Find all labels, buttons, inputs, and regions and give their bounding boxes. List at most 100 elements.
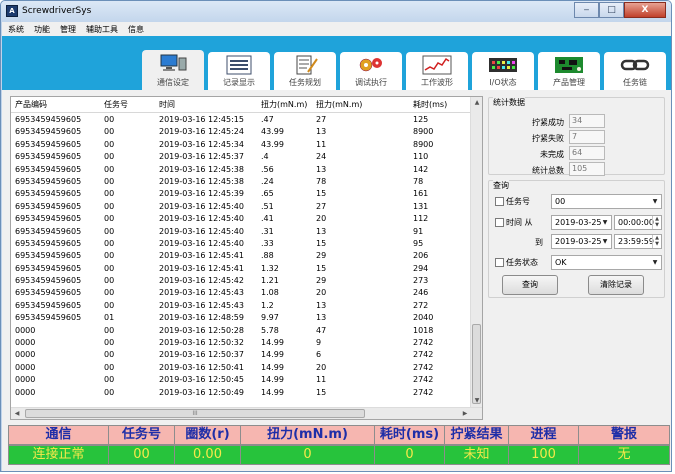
menu-manage[interactable]: 管理 [60,24,76,35]
spin-arrows-icon[interactable]: ▲ ▼ [652,216,661,229]
table-row[interactable]: 6953459459605 00 2019-03-16 12:45:39 .65 15 1… [11,188,471,200]
chevron-down-icon: ▼ [652,198,658,205]
table-row[interactable]: 0000 00 2019-03-16 12:50:37 14.99 6 2742 [11,349,471,361]
menu-tools[interactable]: 辅助工具 [86,24,118,35]
table-cell: 2019-03-16 12:50:49 [159,387,244,397]
tab-debug-run[interactable]: 调试执行 [340,52,402,90]
task-number-checkbox[interactable] [495,197,504,206]
table-cell: 78 [316,176,327,186]
scroll-up-arrow-icon[interactable]: ▲ [471,97,482,109]
tab-work-waveform[interactable]: 工作波形 [406,52,468,90]
stat-success-label: 拧紧成功 [532,118,564,127]
horizontal-scroll-thumb[interactable]: III [25,409,365,418]
table-row[interactable]: 6953459459605 00 2019-03-16 12:45:38 .56 13 1… [11,164,471,176]
tab-io-status[interactable]: I/O状态 [472,52,534,90]
table-row[interactable]: 6953459459605 00 2019-03-16 12:45:41 1.32 15… [11,263,471,275]
table-row[interactable]: 6953459459605 00 2019-03-16 12:45:40 .31 13 9… [11,226,471,238]
column-header[interactable]: 扭力(mN.m) [316,99,362,110]
table-cell: 6953459459605 [15,226,82,236]
column-header[interactable]: 时间 [159,99,175,110]
time-range-checkbox[interactable] [495,218,504,227]
stats-group: 统计数据 拧紧成功 34 拧紧失败 7 未完成 64 统计总数 105 [488,97,665,176]
tab-task-chain[interactable]: 任务链 [604,52,666,90]
menu-info[interactable]: 信息 [128,24,144,35]
table-row[interactable]: 6953459459605 00 2019-03-16 12:45:24 43.99 1… [11,126,471,138]
table-row[interactable]: 0000 00 2019-03-16 12:50:32 14.99 9 2742 [11,337,471,349]
tab-panel: 产品编码 任务号 时间 扭力(mN.m) 扭力(mN.m) 耗时(ms) 695… [2,90,671,422]
task-number-select[interactable]: 00 ▼ [551,194,662,209]
vertical-scrollbar[interactable]: ▲ ▼ [470,97,482,407]
table-cell: 8900 [413,139,434,149]
table-row[interactable]: 0000 00 2019-03-16 12:50:41 14.99 20 2742 [11,362,471,374]
maximize-button[interactable]: □ [599,2,624,18]
from-time-input[interactable]: 00:00:00 ▲ ▼ [614,215,662,230]
table-row[interactable]: 6953459459605 01 2019-03-16 12:48:59 9.97 13… [11,312,471,324]
close-button[interactable]: X [624,2,666,18]
scroll-right-arrow-icon[interactable]: ▶ [459,408,471,419]
list-icon [226,55,252,75]
task-status-value: OK [555,258,567,267]
column-header[interactable]: 产品编码 [15,99,47,110]
tab-record-display[interactable]: 记录显示 [208,52,270,90]
table-cell: 2019-03-16 12:45:38 [159,176,244,186]
table-row[interactable]: 6953459459605 00 2019-03-16 12:45:34 43.99 1… [11,139,471,151]
table-cell: 2019-03-16 12:45:41 [159,251,244,261]
tab-label: 记录显示 [223,78,255,87]
table-row[interactable]: 6953459459605 00 2019-03-16 12:45:38 .24 78 7… [11,176,471,188]
query-group: 查询 任务号 00 ▼ 时间 从 2019-03-25 ▼ 00:00:00 ▲… [488,180,665,298]
table-row[interactable]: 6953459459605 00 2019-03-16 12:45:43 1.08 20… [11,287,471,299]
table-cell: 8900 [413,127,434,137]
to-date-picker[interactable]: 2019-03-25 ▼ [551,234,612,249]
table-cell: 91 [413,226,424,236]
horizontal-scrollbar[interactable]: ◀ III ▶ [11,407,482,419]
column-header[interactable]: 耗时(ms) [413,99,447,110]
stat-incomplete-label: 未完成 [540,150,564,159]
tab-product-management[interactable]: 产品管理 [538,52,600,90]
status-turns-value: 0.00 [175,446,241,464]
table-cell: 00 [104,127,115,137]
task-number-label: 任务号 [506,197,530,206]
minimize-button[interactable]: ‒ [574,2,599,18]
table-cell: 95 [413,238,424,248]
table-row[interactable]: 6953459459605 00 2019-03-16 12:45:37 .4 24 11… [11,151,471,163]
tab-comm-settings[interactable]: 通信设定 [142,50,204,90]
table-row[interactable]: 6953459459605 00 2019-03-16 12:45:41 .88 29 2… [11,250,471,262]
table-cell: 125 [413,115,429,124]
table-cell: 20 [316,362,327,372]
task-status-select[interactable]: OK ▼ [551,255,662,270]
table-cell: 13 [316,127,327,137]
table-cell: 00 [104,201,115,211]
records-grid[interactable]: 产品编码 任务号 时间 扭力(mN.m) 扭力(mN.m) 耗时(ms) 695… [10,96,483,420]
column-header[interactable]: 任务号 [104,99,128,110]
table-row[interactable]: 6953459459605 00 2019-03-16 12:45:42 1.21 29… [11,275,471,287]
to-time-input[interactable]: 23:59:59 ▲ ▼ [614,234,662,249]
table-row[interactable]: 0000 00 2019-03-16 12:50:45 14.99 11 2742 [11,374,471,386]
table-row[interactable]: 0000 00 2019-03-16 12:50:49 14.99 15 2742 [11,387,471,399]
query-button[interactable]: 查询 [502,275,558,295]
clear-records-button[interactable]: 清除记录 [588,275,644,295]
task-status-checkbox[interactable] [495,258,504,267]
menu-system[interactable]: 系统 [8,24,24,35]
vertical-scroll-thumb[interactable] [472,324,481,404]
tab-task-planning[interactable]: 任务规划 [274,52,336,90]
stat-total-value: 105 [569,162,605,176]
table-row[interactable]: 6953459459605 00 2019-03-16 12:45:43 1.2 13 2… [11,300,471,312]
stat-fail-value: 7 [569,130,605,144]
table-row[interactable]: 0000 00 2019-03-16 12:50:28 5.78 47 1018 [11,325,471,337]
table-cell: 00 [104,338,115,348]
table-row[interactable]: 6953459459605 00 2019-03-16 12:45:40 .33 15 9… [11,238,471,250]
from-date-picker[interactable]: 2019-03-25 ▼ [551,215,612,230]
scroll-left-arrow-icon[interactable]: ◀ [11,408,23,419]
table-row[interactable]: 6953459459605 00 2019-03-16 12:45:15 .47 27 1… [11,114,471,126]
spin-arrows-icon[interactable]: ▲ ▼ [652,235,661,248]
table-cell: 2019-03-16 12:45:38 [159,164,244,174]
scroll-down-arrow-icon[interactable]: ▼ [471,395,482,407]
table-cell: 2040 [413,313,434,323]
table-cell: .47 [261,115,274,124]
table-row[interactable]: 6953459459605 00 2019-03-16 12:45:40 .41 20 1… [11,213,471,225]
status-header-torque: 扭力(mN.m) [241,426,375,444]
table-row[interactable]: 6953459459605 00 2019-03-16 12:45:40 .51 27 1… [11,201,471,213]
table-cell: 15 [316,189,327,199]
column-header[interactable]: 扭力(mN.m) [261,99,307,110]
menu-function[interactable]: 功能 [34,24,50,35]
